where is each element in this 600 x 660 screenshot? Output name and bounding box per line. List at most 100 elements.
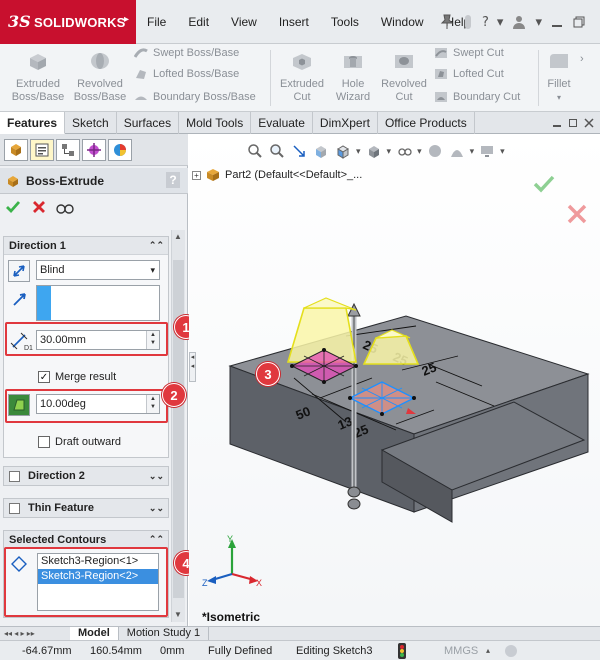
extruded-cut-button[interactable]: Extruded Cut xyxy=(274,50,330,104)
direction-selection-box[interactable] xyxy=(36,285,160,321)
hide-show-button[interactable] xyxy=(395,142,413,160)
tab-evaluate[interactable]: Evaluate xyxy=(251,112,313,134)
menu-window[interactable]: Window xyxy=(370,15,435,29)
part-tree-node[interactable]: Part2 (Default<<Default>_... xyxy=(225,169,362,181)
menu-insert[interactable]: Insert xyxy=(268,15,320,29)
confirm-ok-icon[interactable] xyxy=(532,173,556,195)
scroll-up-icon[interactable]: ▲ xyxy=(174,232,182,241)
confirm-cancel-icon[interactable] xyxy=(566,203,588,225)
revolved-boss-button[interactable]: Revolved Boss/Base xyxy=(70,50,130,104)
lofted-cut-button[interactable]: Lofted Cut xyxy=(434,65,504,83)
feature-manager-tab[interactable] xyxy=(4,139,28,161)
tab-surfaces[interactable]: Surfaces xyxy=(117,112,180,134)
hide-show-dropdown-icon[interactable]: ▾ xyxy=(417,146,422,157)
scene-button[interactable] xyxy=(448,142,466,160)
property-sheet-icon xyxy=(35,143,49,157)
restore-icon[interactable] xyxy=(572,15,586,29)
minimize-icon[interactable] xyxy=(550,15,564,29)
previous-view-button[interactable] xyxy=(290,142,308,160)
section-view-button[interactable] xyxy=(312,142,330,160)
user-dropdown-icon[interactable]: ▾ xyxy=(535,15,542,30)
draft-outward-checkbox[interactable]: Draft outward xyxy=(38,436,121,448)
cancel-x-icon[interactable] xyxy=(31,199,47,215)
scroll-thumb[interactable] xyxy=(173,260,184,598)
thin-feature-checkbox[interactable] xyxy=(9,502,20,514)
draft-outward-box xyxy=(38,436,50,448)
menu-edit[interactable]: Edit xyxy=(177,15,220,29)
hole-wizard-label-2: Wizard xyxy=(335,91,371,103)
fillet-dropdown-icon[interactable]: ▾ xyxy=(542,91,576,104)
menu-view[interactable]: View xyxy=(220,15,268,29)
help-dropdown-icon[interactable]: ▾ xyxy=(497,15,504,30)
view-settings-button[interactable] xyxy=(478,142,496,160)
view-settings-dropdown-icon[interactable]: ▾ xyxy=(500,146,505,157)
view-orientation-dropdown-icon[interactable]: ▾ xyxy=(356,146,361,157)
expand-tree-icon[interactable]: + xyxy=(192,170,201,180)
overflow-button[interactable]: › xyxy=(580,50,584,68)
revolved-cut-button[interactable]: Revolved Cut xyxy=(376,50,432,104)
extruded-cut-label-2: Cut xyxy=(293,91,311,103)
tab-dimxpert[interactable]: DimXpert xyxy=(313,112,378,134)
view-orientation-button[interactable] xyxy=(334,142,352,160)
lofted-boss-button[interactable]: Lofted Boss/Base xyxy=(134,65,239,83)
appearance-button[interactable] xyxy=(426,142,444,160)
reverse-direction-button[interactable] xyxy=(8,260,30,282)
expand-icon[interactable]: ⌄⌄ xyxy=(149,503,164,514)
fillet-button[interactable]: Fillet ▾ xyxy=(542,50,576,104)
property-manager-tab[interactable] xyxy=(30,139,54,161)
direction2-checkbox[interactable] xyxy=(9,470,20,482)
direction1-header[interactable]: Direction 1 ⌃⌃ xyxy=(4,237,168,255)
expand-icon[interactable]: ⌄⌄ xyxy=(149,471,164,482)
lofted-boss-icon xyxy=(136,70,146,79)
menu-file[interactable]: File xyxy=(136,15,177,29)
direction2-header[interactable]: Direction 2 ⌄⌄ xyxy=(4,467,168,485)
boundary-cut-button[interactable]: Boundary Cut xyxy=(434,88,520,106)
extruded-boss-button[interactable]: Extruded Boss/Base xyxy=(8,50,68,104)
zoom-area-button[interactable] xyxy=(268,142,286,160)
units-dropdown-icon[interactable]: ▴ xyxy=(486,646,490,655)
panel-split-handle[interactable]: ◂ ◂ xyxy=(189,352,196,382)
solidworks-logo[interactable]: 3S SOLIDWORKS ▸ xyxy=(0,0,136,44)
display-manager-tab[interactable] xyxy=(108,139,132,161)
merge-result-checkbox[interactable]: ✓ Merge result xyxy=(38,371,116,383)
close-window-icon[interactable] xyxy=(584,117,594,128)
restore-window-icon[interactable] xyxy=(568,118,578,128)
tab-sketch[interactable]: Sketch xyxy=(65,112,117,134)
tab-mold-tools[interactable]: Mold Tools xyxy=(179,112,252,134)
dimxpert-manager-tab[interactable] xyxy=(82,139,106,161)
tab-scroll-controls[interactable]: ◂◂ ◂ ▸ ▸▸ xyxy=(0,627,70,640)
tab-model[interactable]: Model xyxy=(70,627,119,640)
view-orientation-icon xyxy=(337,145,349,159)
help-button[interactable]: ? xyxy=(166,172,180,188)
rebuild-traffic-light-icon[interactable] xyxy=(398,643,406,659)
help-menu-button[interactable]: ? xyxy=(482,15,489,30)
swept-boss-button[interactable]: Swept Boss/Base xyxy=(134,44,239,62)
collapse-icon[interactable]: ⌃⌃ xyxy=(149,534,164,545)
collapse-icon[interactable]: ⌃⌃ xyxy=(149,240,164,251)
display-style-button[interactable] xyxy=(365,142,383,160)
revolved-boss-label-2: Boss/Base xyxy=(73,91,127,103)
thin-feature-header[interactable]: Thin Feature ⌄⌄ xyxy=(4,499,168,517)
status-help-icon[interactable] xyxy=(504,644,518,658)
detailed-preview-icon[interactable] xyxy=(55,200,75,216)
minimize-window-icon[interactable] xyxy=(552,118,562,128)
zoom-to-fit-button[interactable] xyxy=(246,142,264,160)
boundary-boss-button[interactable]: Boundary Boss/Base xyxy=(134,88,256,106)
hole-wizard-button[interactable]: Hole Wizard xyxy=(330,50,376,104)
swept-cut-button[interactable]: Swept Cut xyxy=(434,44,504,62)
pin-icon[interactable] xyxy=(440,14,454,30)
display-style-dropdown-icon[interactable]: ▾ xyxy=(387,146,392,157)
separator-icon xyxy=(465,15,471,29)
scroll-down-icon[interactable]: ▼ xyxy=(174,610,182,619)
scene-dropdown-icon[interactable]: ▾ xyxy=(470,146,475,157)
fillet-label: Fillet xyxy=(547,78,571,90)
user-icon[interactable] xyxy=(511,14,527,30)
end-condition-select[interactable]: Blind ▾ xyxy=(36,260,160,280)
status-units[interactable]: MMGS xyxy=(444,645,478,657)
tab-motion-study-1[interactable]: Motion Study 1 xyxy=(119,627,210,640)
menu-tools[interactable]: Tools xyxy=(320,15,370,29)
tab-office-products[interactable]: Office Products xyxy=(378,112,475,134)
configuration-manager-tab[interactable] xyxy=(56,139,80,161)
tab-features[interactable]: Features xyxy=(0,112,66,134)
ok-check-icon[interactable] xyxy=(5,199,21,215)
